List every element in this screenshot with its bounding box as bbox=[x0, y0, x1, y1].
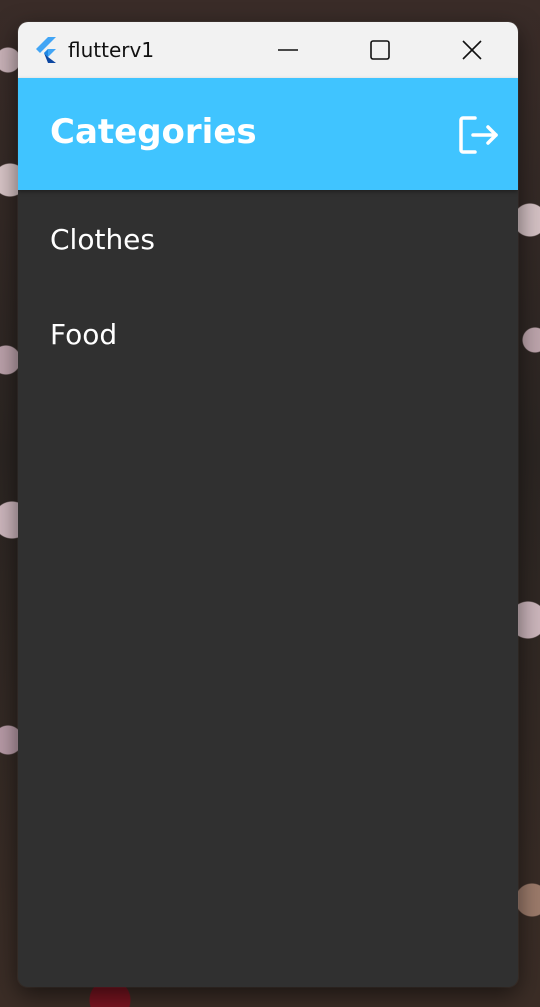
flutter-logo-icon bbox=[32, 36, 60, 64]
maximize-button[interactable] bbox=[334, 22, 426, 78]
logout-icon bbox=[459, 116, 498, 154]
category-list: Clothes Food bbox=[18, 190, 518, 380]
close-icon bbox=[462, 40, 482, 60]
list-item-clothes[interactable]: Clothes bbox=[18, 192, 518, 287]
minimize-button[interactable] bbox=[242, 22, 334, 78]
app-bar: Categories bbox=[18, 78, 518, 190]
list-item-food[interactable]: Food bbox=[18, 287, 518, 382]
page-title: Categories bbox=[50, 112, 257, 152]
list-item-label: Food bbox=[50, 318, 118, 351]
window-title: flutterv1 bbox=[68, 38, 155, 62]
caption-buttons bbox=[242, 22, 518, 78]
app-window: flutterv1 Categories Clothes Food bbox=[18, 22, 518, 987]
maximize-icon bbox=[370, 40, 390, 60]
close-button[interactable] bbox=[426, 22, 518, 78]
minimize-icon bbox=[278, 49, 298, 51]
window-titlebar[interactable]: flutterv1 bbox=[18, 22, 518, 78]
logout-button[interactable] bbox=[458, 114, 500, 156]
list-item-label: Clothes bbox=[50, 223, 155, 256]
